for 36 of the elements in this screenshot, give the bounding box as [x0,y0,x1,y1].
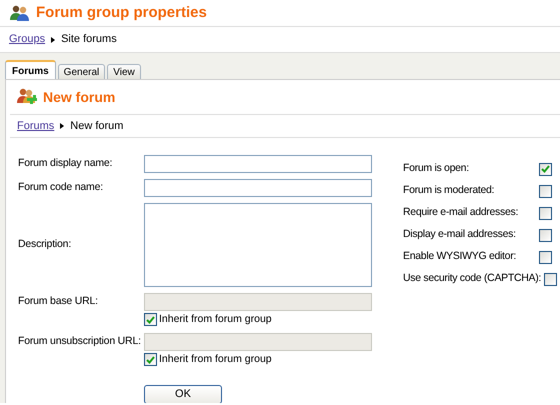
checkbox[interactable] [539,184,552,198]
breadcrumb-link[interactable]: Forums [17,118,54,134]
field-label: Description: [18,237,72,252]
tab[interactable]: View [107,64,141,79]
tab[interactable]: General [58,64,106,79]
option-label: Forum is moderated: [403,183,496,198]
field-label: Forum unsubscription URL: [18,334,142,349]
field-label: Forum display name: [18,156,114,172]
input-field[interactable] [144,179,372,197]
checkbox[interactable] [539,162,552,176]
page-title: Forum group properties [36,2,207,23]
users-icon [10,5,30,21]
checkbox-label: Inherit from forum group [159,352,272,367]
checkbox[interactable] [544,272,558,286]
section-title: New forum [43,88,116,106]
checkbox[interactable] [539,206,552,220]
option-label: Forum is open: [403,161,470,176]
option-label: Display e-mail addresses: [403,227,517,242]
breadcrumb-link[interactable]: Groups [9,31,46,48]
separator-icon [60,123,64,129]
breadcrumb-current: Site forums [61,32,117,48]
field-label: Forum base URL: [18,294,99,310]
tab[interactable]: Forums [5,60,56,79]
checkbox-label: Inherit from forum group [159,312,272,327]
description-field[interactable] [144,203,372,287]
add-users-icon [17,88,37,106]
ok-button[interactable]: OK [144,384,222,403]
option-label: Require e-mail addresses: [403,205,520,220]
input-field[interactable] [144,155,372,173]
option-label: Use security code (CAPTCHA): [403,271,542,286]
checkbox[interactable] [539,228,552,242]
checkbox[interactable] [539,250,552,264]
field-label: Forum code name: [18,180,104,196]
option-label: Enable WYSIWYG editor: [403,249,518,264]
breadcrumb-current: New forum [70,118,124,134]
separator-icon [51,36,56,42]
